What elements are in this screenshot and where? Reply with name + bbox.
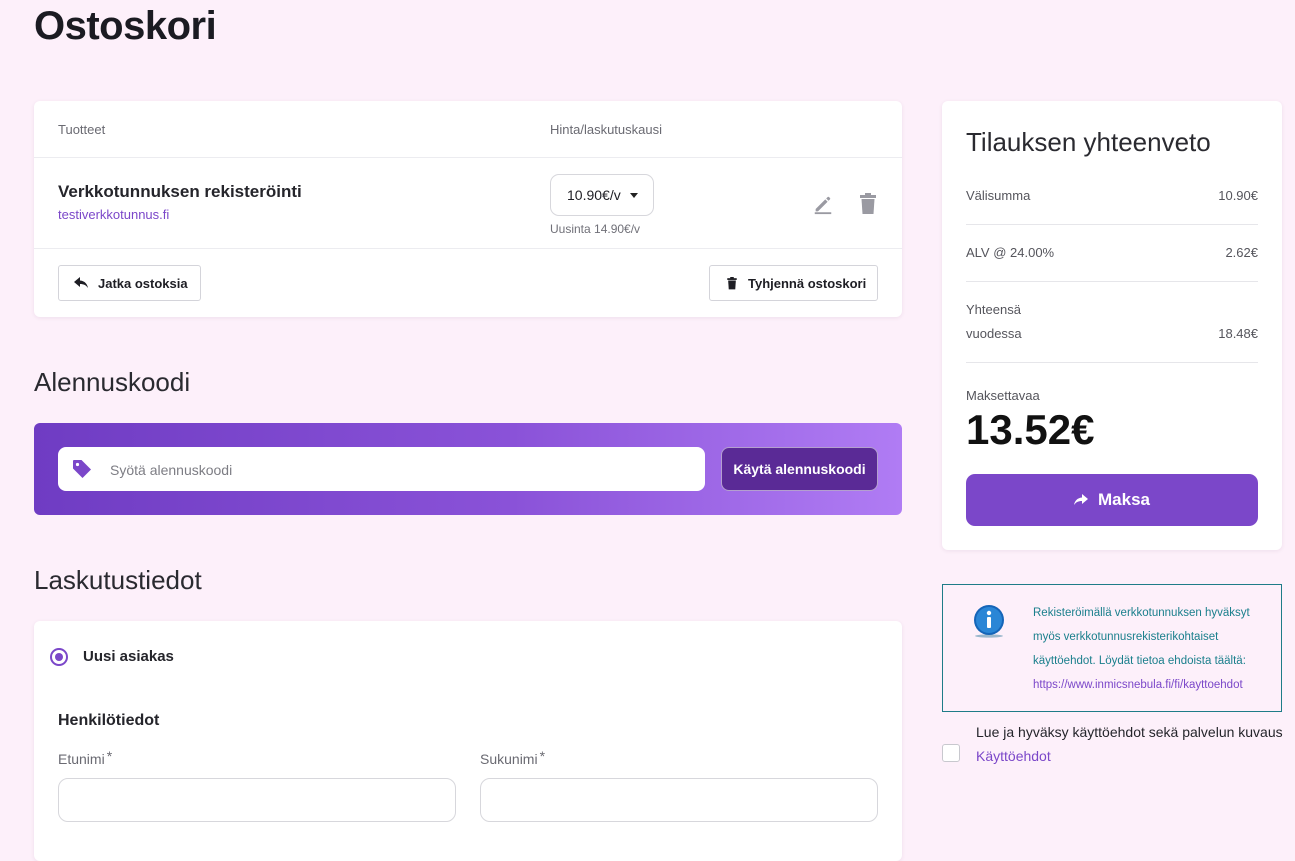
clear-cart-button[interactable]: Tyhjennä ostoskori <box>709 265 878 301</box>
trash-icon <box>727 276 737 289</box>
summary-divider <box>966 224 1258 225</box>
total-period-label: vuodessa <box>966 326 1022 341</box>
info-text-block: Rekisteröimällä verkkotunnuksen hyväksyt… <box>1033 601 1273 697</box>
last-name-field[interactable] <box>480 778 878 822</box>
last-name-label: Sukunimi * <box>480 748 546 767</box>
last-name-label-text: Sukunimi <box>480 751 538 767</box>
discount-input-wrapper <box>58 447 705 493</box>
chevron-down-icon <box>630 193 638 198</box>
pay-label: Maksa <box>1098 490 1150 509</box>
cart-header: Tuotteet Hinta/laskutuskausi <box>34 101 902 158</box>
trash-icon <box>860 193 876 214</box>
vat-value: 2.62€ <box>1225 245 1258 260</box>
personal-info-heading: Henkilötiedot <box>58 712 160 729</box>
product-domain-link[interactable]: testiverkkotunnus.fi <box>58 207 169 222</box>
summary-divider <box>966 281 1258 282</box>
first-name-field[interactable] <box>58 778 456 822</box>
first-name-label-text: Etunimi <box>58 751 105 767</box>
billing-period-value: 10.90€/v <box>567 187 621 203</box>
info-icon <box>974 605 1004 638</box>
order-summary-card: Tilauksen yhteenveto Välisumma 10.90€ AL… <box>942 101 1282 550</box>
vat-label: ALV @ 24.00% <box>966 245 1055 260</box>
summary-divider <box>966 362 1258 363</box>
required-marker: * <box>539 748 546 764</box>
billing-card: Uusi asiakas Henkilötiedot Etunimi * Suku… <box>34 621 902 861</box>
billing-section-title: Laskutustiedot <box>34 565 202 595</box>
summary-title: Tilauksen yhteenveto <box>966 127 1211 157</box>
products-column-header: Tuotteet <box>58 122 106 137</box>
info-text: Rekisteröimällä verkkotunnuksen hyväksyt… <box>1033 607 1250 667</box>
pay-button[interactable]: Maksa <box>966 474 1258 526</box>
first-name-label: Etunimi * <box>58 748 113 767</box>
new-customer-radio[interactable] <box>50 648 68 666</box>
edit-button[interactable] <box>811 192 835 216</box>
page-title: Ostoskori <box>34 4 217 48</box>
accept-terms-checkbox[interactable] <box>942 744 960 762</box>
discount-panel: Käytä alennuskoodi <box>34 423 902 515</box>
share-arrow-icon <box>1074 494 1088 505</box>
delete-item-button[interactable] <box>856 192 880 216</box>
renewal-note: Uusinta 14.90€/v <box>550 222 641 236</box>
total-label: Yhteensä <box>966 302 1021 317</box>
price-column-header: Hinta/laskutuskausi <box>550 122 662 137</box>
total-value: 18.48€ <box>1218 326 1258 341</box>
clear-cart-label: Tyhjennä ostoskori <box>748 275 867 291</box>
edit-icon <box>814 196 832 215</box>
radio-selected-dot <box>55 653 63 661</box>
continue-shopping-button[interactable]: Jatka ostoksia <box>58 265 201 301</box>
required-marker: * <box>106 748 113 764</box>
accept-terms-text: Lue ja hyväksy käyttöehdot sekä palvelun… <box>976 724 1283 740</box>
terms-link[interactable]: Käyttöehdot <box>976 748 1051 764</box>
apply-discount-button[interactable]: Käytä alennuskoodi <box>721 447 878 491</box>
new-customer-label[interactable]: Uusi asiakas <box>83 648 174 665</box>
continue-shopping-label: Jatka ostoksia <box>98 275 188 291</box>
cart-card: Tuotteet Hinta/laskutuskausi Verkkotunnu… <box>34 101 902 317</box>
subtotal-label: Välisumma <box>966 188 1031 203</box>
terms-info-box: Rekisteröimällä verkkotunnuksen hyväksyt… <box>942 584 1282 712</box>
amount-due-value: 13.52€ <box>966 406 1095 453</box>
amount-due-label: Maksettavaa <box>966 388 1040 403</box>
tag-icon <box>73 460 91 478</box>
discount-section-title: Alennuskoodi <box>34 367 191 397</box>
reply-arrow-icon <box>74 277 88 288</box>
terms-url-link[interactable]: https://www.inmicsnebula.fi/fi/kayttoehd… <box>1033 679 1243 691</box>
discount-code-input[interactable] <box>108 447 692 493</box>
subtotal-value: 10.90€ <box>1218 188 1258 203</box>
product-name: Verkkotunnuksen rekisteröinti <box>58 182 302 201</box>
cart-footer <box>34 248 902 249</box>
billing-period-select[interactable]: 10.90€/v <box>550 174 654 216</box>
